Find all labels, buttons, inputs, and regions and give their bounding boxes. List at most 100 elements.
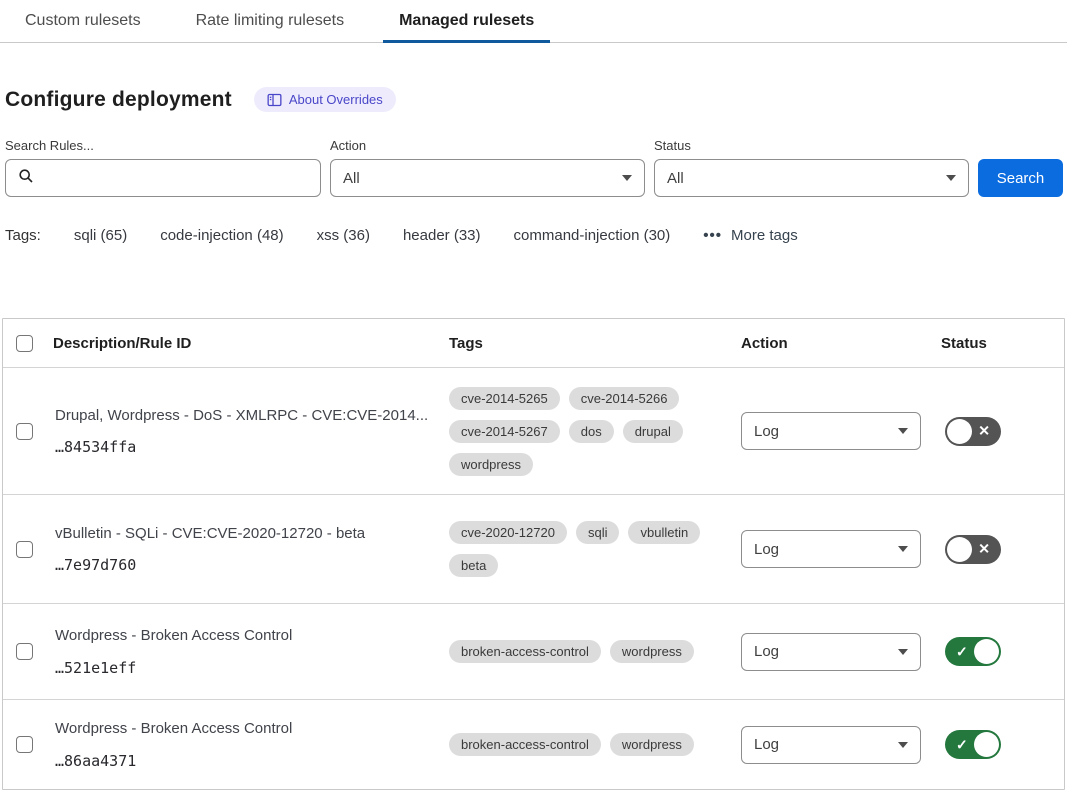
search-button[interactable]: Search [978, 159, 1063, 197]
chevron-down-icon [898, 546, 908, 552]
status-toggle[interactable]: ✕ [945, 535, 1001, 564]
action-dropdown[interactable]: Log [741, 726, 921, 764]
rule-description-cell: vBulletin - SQLi - CVE:CVE-2020-12720 - … [53, 522, 449, 576]
rule-tag-pill: sqli [576, 521, 620, 544]
table-row: Drupal, Wordpress - DoS - XMLRPC - CVE:C… [3, 368, 1064, 495]
status-field: Status All [654, 138, 969, 197]
ruleset-tabbar: Custom rulesets Rate limiting rulesets M… [0, 0, 1067, 43]
more-dots-icon: ••• [703, 227, 722, 244]
action-label: Action [330, 138, 645, 153]
chevron-down-icon [898, 428, 908, 434]
rule-tag-pill: vbulletin [628, 521, 700, 544]
rule-tags-cell: cve-2020-12720 sqli vbulletin beta [449, 521, 741, 577]
rule-tags-cell: broken-access-control wordpress [449, 640, 741, 663]
rule-tag-pill: cve-2014-5267 [449, 420, 560, 443]
rule-tag-pill: cve-2014-5266 [569, 387, 680, 410]
rule-action-cell: Log [741, 633, 941, 671]
action-select-value: All [343, 170, 360, 187]
search-input[interactable] [42, 170, 308, 187]
rule-tag-pill: beta [449, 554, 498, 577]
tag-links: sqli (65) code-injection (48) xss (36) head… [74, 227, 670, 244]
row-checkbox[interactable] [16, 643, 33, 660]
row-checkbox[interactable] [16, 541, 33, 558]
rules-table: Description/Rule ID Tags Action Status D… [2, 318, 1065, 790]
action-select[interactable]: All [330, 159, 645, 197]
search-field: Search Rules... [5, 138, 321, 197]
search-icon [18, 168, 34, 188]
status-toggle[interactable]: ✓ [945, 637, 1001, 666]
rule-status-cell: ✕ [941, 417, 1064, 446]
rule-id: …84534ffa [55, 438, 433, 456]
rule-id: …7e97d760 [55, 556, 433, 574]
book-icon [267, 93, 282, 107]
action-dropdown[interactable]: Log [741, 633, 921, 671]
action-dropdown[interactable]: Log [741, 412, 921, 450]
rule-tag-pill: cve-2020-12720 [449, 521, 567, 544]
action-dropdown-value: Log [754, 423, 779, 440]
action-field: Action All [330, 138, 645, 197]
table-row: Wordpress - Broken Access Control …521e1… [3, 604, 1064, 700]
rule-description-cell: Wordpress - Broken Access Control …86aa4… [53, 717, 449, 771]
action-dropdown[interactable]: Log [741, 530, 921, 568]
more-tags-button[interactable]: ••• More tags [703, 227, 797, 244]
rule-tag-pill: wordpress [610, 733, 694, 756]
status-toggle[interactable]: ✕ [945, 417, 1001, 446]
rule-description-cell: Wordpress - Broken Access Control …521e1… [53, 624, 449, 678]
rule-status-cell: ✕ [941, 535, 1064, 564]
action-dropdown-value: Log [754, 643, 779, 660]
tag-filter-link[interactable]: header (33) [403, 227, 481, 244]
status-toggle[interactable]: ✓ [945, 730, 1001, 759]
tag-filter-link[interactable]: command-injection (30) [514, 227, 671, 244]
chevron-down-icon [622, 175, 632, 181]
row-checkbox[interactable] [16, 423, 33, 440]
rule-description: Drupal, Wordpress - DoS - XMLRPC - CVE:C… [55, 406, 433, 426]
rule-tag-pill: broken-access-control [449, 733, 601, 756]
rule-description: Wordpress - Broken Access Control [55, 626, 433, 646]
table-header-row: Description/Rule ID Tags Action Status [3, 319, 1064, 368]
toggle-mark-icon: ✓ [956, 737, 968, 751]
filter-bar: Search Rules... Action All Status All Se… [5, 138, 1063, 197]
rule-tag-pill: broken-access-control [449, 640, 601, 663]
select-all-checkbox[interactable] [16, 335, 33, 352]
toggle-mark-icon: ✓ [956, 644, 968, 658]
about-overrides-badge[interactable]: About Overrides [254, 87, 396, 112]
toggle-mark-icon: ✕ [978, 424, 990, 438]
tab-rate-limiting-rulesets[interactable]: Rate limiting rulesets [180, 12, 361, 43]
status-select[interactable]: All [654, 159, 969, 197]
action-dropdown-value: Log [754, 736, 779, 753]
search-input-box [5, 159, 321, 197]
rule-action-cell: Log [741, 726, 941, 764]
rule-tags-cell: broken-access-control wordpress [449, 733, 741, 756]
tag-filter-link[interactable]: sqli (65) [74, 227, 127, 244]
rule-status-cell: ✓ [941, 637, 1064, 666]
page-header: Configure deployment About Overrides [5, 87, 1067, 112]
tab-managed-rulesets[interactable]: Managed rulesets [383, 12, 550, 43]
status-label: Status [654, 138, 969, 153]
about-overrides-label: About Overrides [289, 92, 383, 107]
more-tags-label: More tags [731, 227, 798, 244]
search-label: Search Rules... [5, 138, 321, 153]
table-row: Wordpress - Broken Access Control …86aa4… [3, 700, 1064, 790]
tag-filter-link[interactable]: code-injection (48) [160, 227, 283, 244]
rule-tag-pill: cve-2014-5265 [449, 387, 560, 410]
toggle-knob [974, 639, 999, 664]
status-select-value: All [667, 170, 684, 187]
toggle-knob [974, 732, 999, 757]
tag-filter-link[interactable]: xss (36) [317, 227, 370, 244]
column-status: Status [941, 335, 1064, 352]
toggle-mark-icon: ✕ [978, 542, 990, 556]
tab-custom-rulesets[interactable]: Custom rulesets [9, 12, 157, 43]
rule-tag-pill: wordpress [449, 453, 533, 476]
tags-bar: Tags: sqli (65)code-injection (48)xss (3… [5, 227, 1067, 244]
rule-id: …86aa4371 [55, 752, 433, 770]
rule-tags-cell: cve-2014-5265 cve-2014-5266 cve-2014-5267 d… [449, 387, 741, 476]
rule-tag-pill: dos [569, 420, 614, 443]
rule-action-cell: Log [741, 530, 941, 568]
rule-tag-pill: wordpress [610, 640, 694, 663]
column-description: Description/Rule ID [53, 335, 449, 352]
rule-id: …521e1eff [55, 659, 433, 677]
row-checkbox[interactable] [16, 736, 33, 753]
column-tags: Tags [449, 335, 741, 352]
chevron-down-icon [898, 742, 908, 748]
rule-tag-pill: drupal [623, 420, 683, 443]
